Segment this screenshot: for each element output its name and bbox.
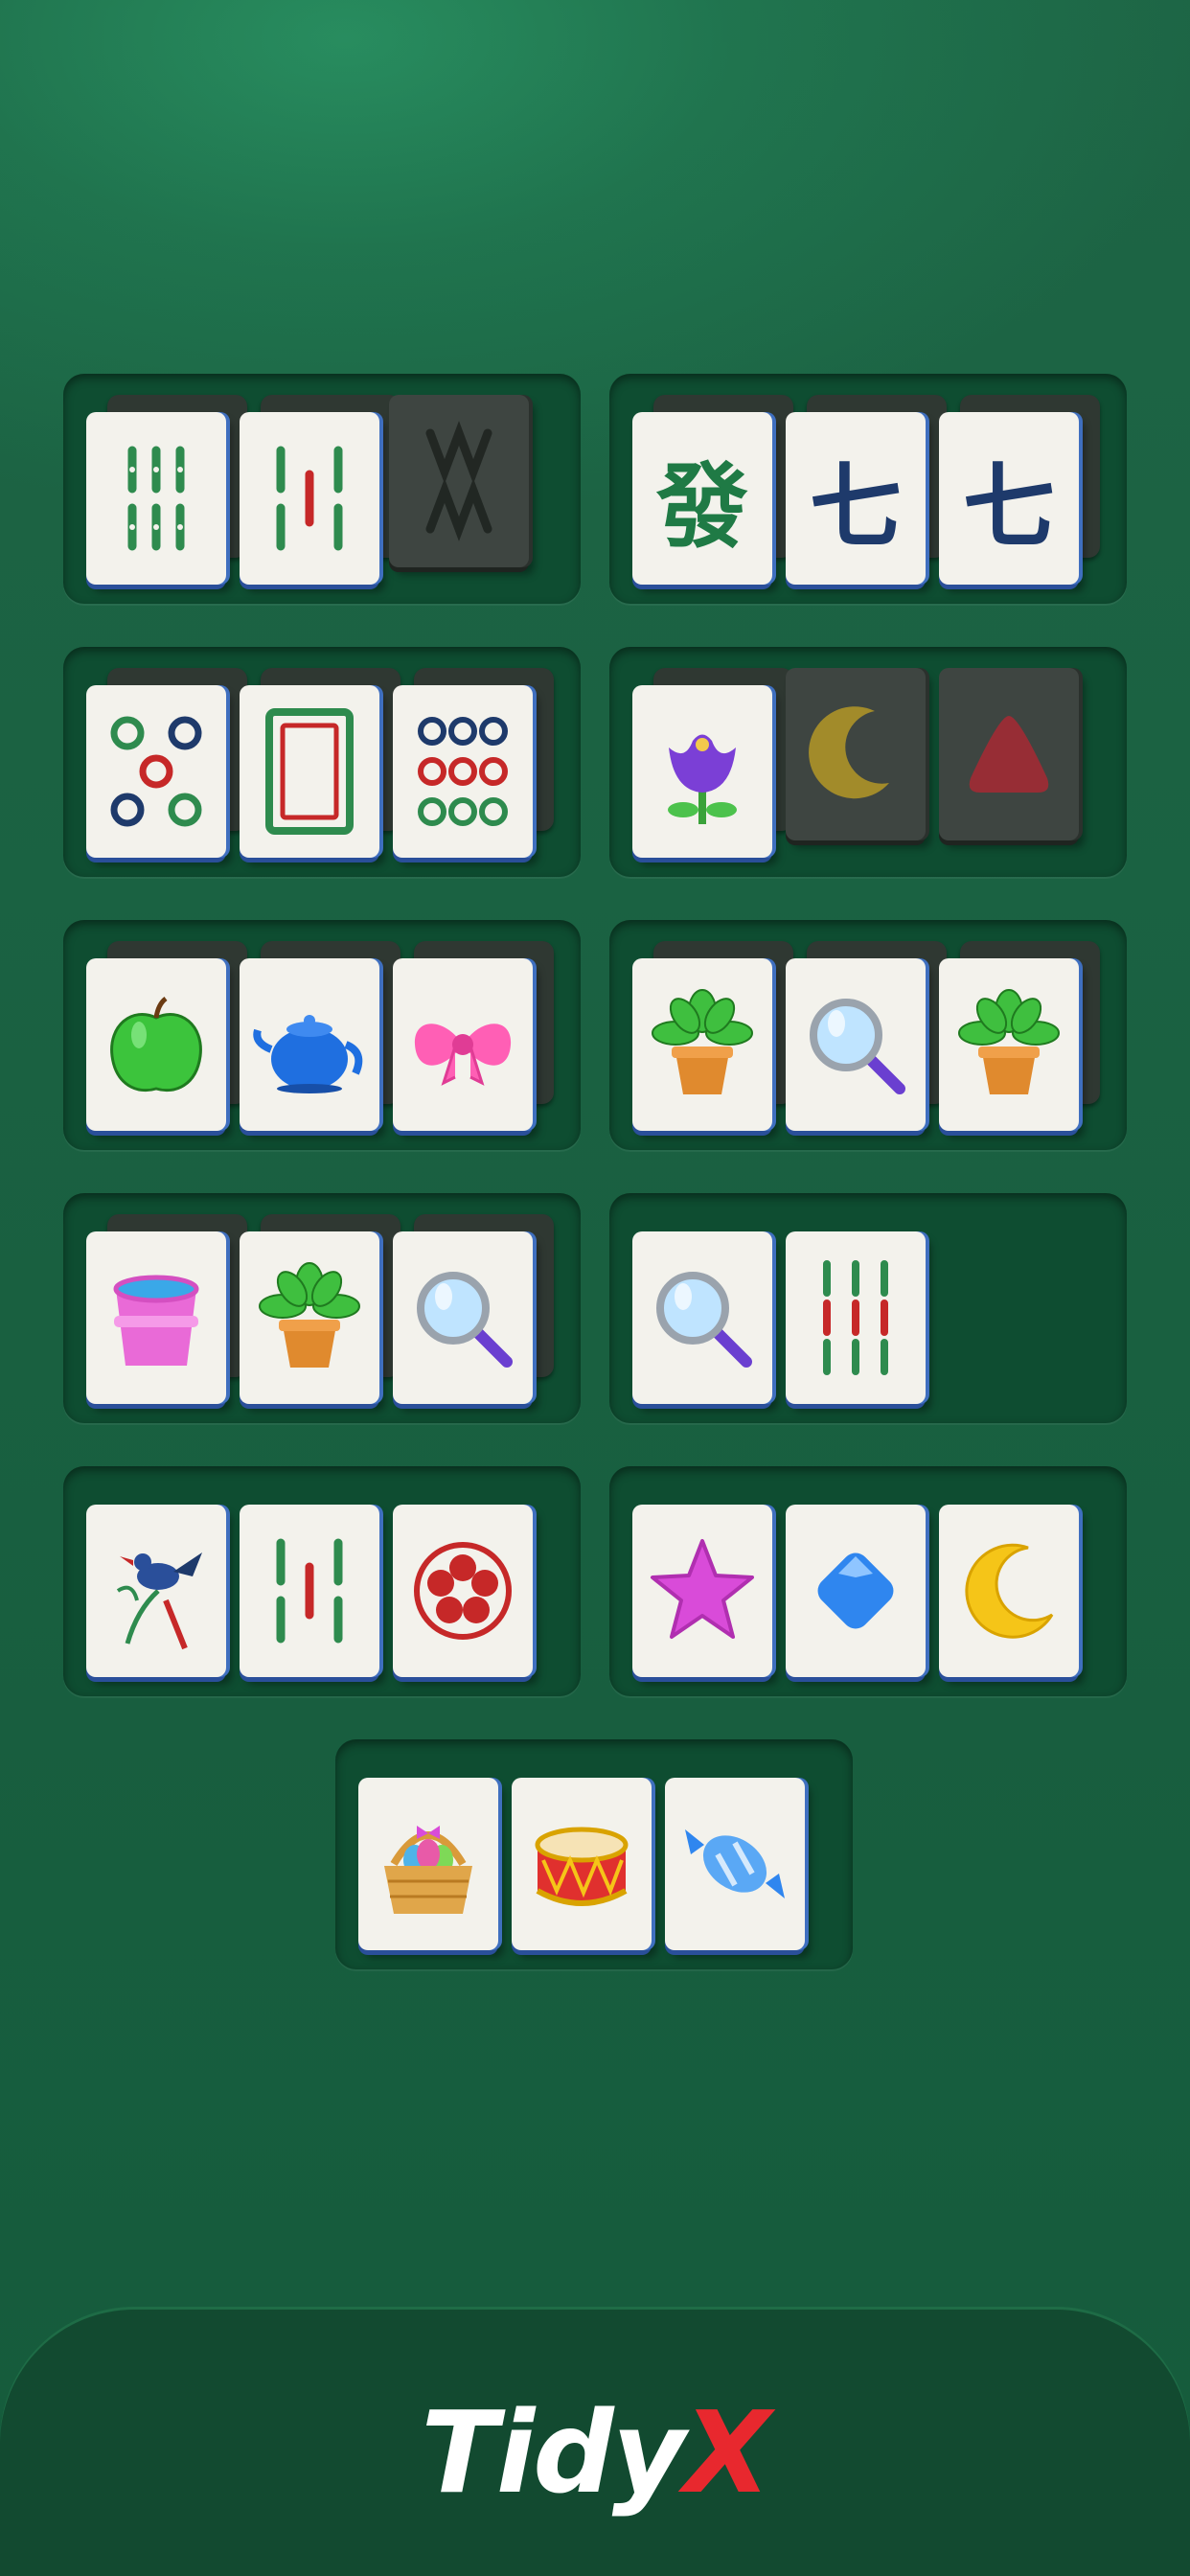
tile-bow[interactable] <box>393 958 533 1131</box>
logo-text: Tidy <box>421 2386 685 2518</box>
tile-flower-tulip[interactable] <box>632 685 772 858</box>
character-7-glyph: 七 <box>810 451 902 561</box>
tile-bird-bamboo-1[interactable] <box>86 1505 226 1677</box>
star-icon <box>651 1539 754 1639</box>
tile-magnifier[interactable] <box>393 1231 533 1404</box>
tile-dots-5[interactable] <box>86 685 226 858</box>
character-7-glyph: 七 <box>963 451 1055 561</box>
tile-bamboo-6[interactable] <box>86 412 226 585</box>
tile-tray <box>63 647 581 877</box>
tile-moon-covered <box>786 668 926 840</box>
diamond-gem-icon <box>817 1552 894 1629</box>
tile-character-7[interactable]: 七 <box>939 412 1079 585</box>
tile-tray <box>609 920 1127 1150</box>
candy-icon <box>685 1829 785 1898</box>
teapot-icon <box>253 1015 363 1093</box>
tile-diamond-gem[interactable] <box>786 1505 926 1677</box>
bamboo-icon <box>425 421 492 541</box>
tile-apple[interactable] <box>86 958 226 1131</box>
tile-tray <box>63 1466 581 1696</box>
dots-icon <box>418 717 508 826</box>
magnifier-icon <box>810 999 905 1094</box>
tile-tray <box>335 1739 853 1969</box>
bird-icon <box>116 1552 202 1650</box>
tile-bucket[interactable] <box>86 1231 226 1404</box>
red-gem-icon <box>969 716 1049 793</box>
magnifier-icon <box>656 1272 752 1368</box>
tile-white-dragon[interactable] <box>240 685 379 858</box>
bamboo-icon <box>823 1260 888 1375</box>
bamboo-icon <box>276 446 343 551</box>
tile-tray <box>63 920 581 1150</box>
tile-teapot[interactable] <box>240 958 379 1131</box>
tile-star[interactable] <box>632 1505 772 1677</box>
tile-easter-basket[interactable] <box>358 1778 498 1950</box>
tile-tray <box>63 374 581 604</box>
dots-icon <box>110 716 202 827</box>
tile-moon[interactable] <box>939 1505 1079 1677</box>
tile-plum-flower[interactable] <box>393 1505 533 1677</box>
tile-tray <box>609 1193 1127 1423</box>
tile-bamboo-9[interactable] <box>786 1231 926 1404</box>
tile-potted-plant[interactable] <box>939 958 1079 1131</box>
tile-bamboo-8-covered <box>389 395 529 567</box>
potted-plant-icon <box>958 989 1060 1094</box>
tile-bamboo-7[interactable] <box>240 1505 379 1677</box>
white-dragon-icon <box>265 708 354 835</box>
bow-icon <box>414 1024 512 1086</box>
tile-potted-plant[interactable] <box>632 958 772 1131</box>
easter-basket-icon <box>384 1826 472 1914</box>
moon-icon <box>965 1543 1054 1639</box>
tile-tray <box>63 1193 581 1423</box>
drum-icon <box>535 1827 629 1906</box>
tile-tray <box>609 1466 1127 1696</box>
tile-dots-9[interactable] <box>393 685 533 858</box>
green-dragon-glyph: 發 <box>656 451 748 561</box>
bamboo-icon <box>127 446 185 551</box>
tile-candy[interactable] <box>665 1778 805 1950</box>
tile-bamboo-7[interactable] <box>240 412 379 585</box>
moon-icon <box>809 706 889 799</box>
tile-magnifier[interactable] <box>786 958 926 1131</box>
tidyx-logo: TidyX <box>0 2386 1190 2518</box>
magnifier-icon <box>417 1272 513 1368</box>
bucket-icon <box>113 1275 199 1366</box>
tile-character-7[interactable]: 七 <box>786 412 926 585</box>
bamboo-icon <box>276 1538 343 1644</box>
tile-red-gem-covered <box>939 668 1079 840</box>
tile-tray: 發 七 七 <box>609 374 1127 604</box>
tile-drum[interactable] <box>512 1778 652 1950</box>
logo-accent: X <box>683 2386 771 2518</box>
apple-icon <box>110 997 202 1092</box>
tulip-icon <box>668 734 737 824</box>
tile-green-dragon[interactable]: 發 <box>632 412 772 585</box>
potted-plant-icon <box>259 1262 360 1368</box>
tile-magnifier[interactable] <box>632 1231 772 1404</box>
tile-potted-plant[interactable] <box>240 1231 379 1404</box>
tile-tray <box>609 647 1127 877</box>
plum-flower-icon <box>414 1542 512 1640</box>
potted-plant-icon <box>652 989 753 1094</box>
